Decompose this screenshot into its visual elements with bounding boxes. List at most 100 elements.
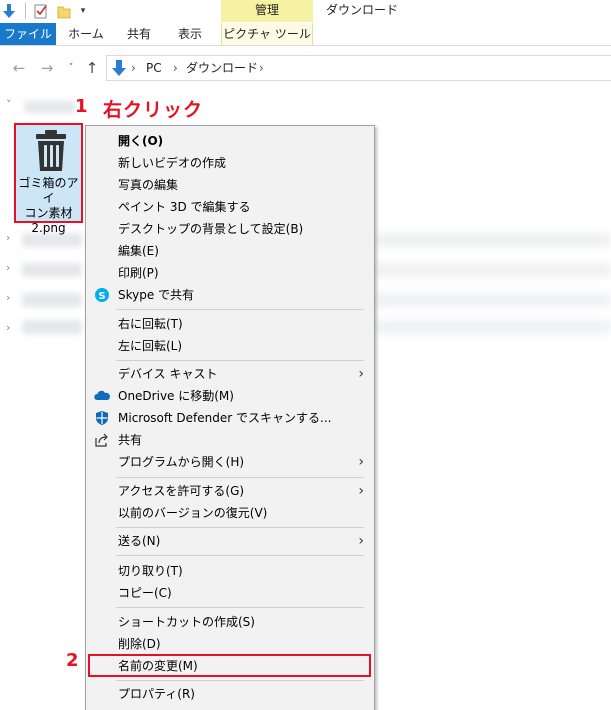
submenu-arrow-icon: ›: [358, 533, 364, 549]
menu-separator: [116, 607, 364, 608]
submenu-arrow-icon: ›: [358, 366, 364, 382]
group-expand-chevron-icon[interactable]: ›: [6, 291, 10, 304]
tab-share[interactable]: 共有: [116, 23, 162, 45]
skype-icon: S: [95, 288, 109, 302]
blurred-row: [376, 233, 611, 247]
group-expand-chevron-icon[interactable]: ›: [6, 231, 10, 244]
menu-item-cut[interactable]: 切り取り(T): [86, 560, 374, 582]
file-name-line: ゴミ箱のアイ: [18, 176, 79, 205]
menu-item-properties[interactable]: プロパティ(R): [86, 683, 374, 705]
recent-locations-chevron-icon[interactable]: ˅: [62, 59, 80, 77]
menu-item-move-to-onedrive[interactable]: OneDrive に移動(M): [86, 385, 374, 407]
menu-item-label: 左に回転(L): [118, 339, 183, 353]
menu-item-rotate-left[interactable]: 左に回転(L): [86, 335, 374, 357]
tab-home[interactable]: ホーム: [57, 23, 115, 45]
menu-item-defender-scan[interactable]: Microsoft Defender でスキャンする...: [86, 407, 374, 429]
properties-check-icon[interactable]: [33, 3, 49, 19]
menu-item-label: デスクトップの背景として設定(B): [118, 222, 304, 236]
menu-item-print[interactable]: 印刷(P): [86, 262, 374, 284]
selected-file-item[interactable]: ゴミ箱のアイ コン素材 2.png: [14, 123, 83, 235]
menu-item-copy[interactable]: コピー(C): [86, 582, 374, 604]
trash-can-icon: [36, 130, 66, 171]
navigation-bar: ← → ˅ ↑ › PC › ダウンロード ›: [0, 47, 611, 89]
menu-item-label: 削除(D): [118, 637, 161, 651]
forward-arrow-icon[interactable]: →: [38, 59, 56, 77]
menu-item-restore-previous-versions[interactable]: 以前のバージョンの復元(V): [86, 502, 374, 524]
menu-item-label: アクセスを許可する(G): [118, 484, 245, 498]
menu-item-label: ペイント 3D で編集する: [118, 200, 251, 214]
file-name-label: ゴミ箱のアイ コン素材 2.png: [16, 176, 81, 236]
onedrive-cloud-icon: [94, 390, 110, 400]
blurred-row: [22, 320, 82, 334]
back-arrow-icon[interactable]: ←: [10, 59, 28, 77]
file-name-line: 2.png: [31, 221, 66, 235]
menu-item-label: デバイス キャスト: [118, 367, 218, 381]
file-name-line: コン素材: [24, 206, 73, 220]
submenu-arrow-icon: ›: [358, 483, 364, 499]
menu-separator: [116, 680, 364, 681]
tab-file[interactable]: ファイル: [0, 23, 56, 45]
qat-separator: [25, 3, 26, 19]
up-arrow-icon[interactable]: ↑: [83, 59, 101, 77]
breadcrumb-chevron-icon[interactable]: ›: [173, 60, 178, 76]
menu-item-label: 編集(E): [118, 244, 159, 258]
menu-item-label: 以前のバージョンの復元(V): [118, 506, 268, 520]
menu-item-rotate-right[interactable]: 右に回転(T): [86, 313, 374, 335]
menu-item-send-to[interactable]: 送る(N) ›: [86, 530, 374, 552]
blurred-row: [376, 320, 611, 334]
breadcrumb-chevron-icon[interactable]: ›: [259, 60, 264, 76]
menu-item-skype-share[interactable]: S Skype で共有: [86, 284, 374, 306]
address-bar[interactable]: › PC › ダウンロード ›: [106, 55, 611, 81]
breadcrumb-downloads[interactable]: ダウンロード: [186, 60, 258, 76]
group-expand-chevron-icon[interactable]: ›: [6, 321, 10, 334]
breadcrumb-chevron-icon[interactable]: ›: [131, 60, 136, 76]
group-expand-chevron-icon[interactable]: ›: [6, 261, 10, 274]
menu-item-open[interactable]: 開く(O): [86, 130, 374, 152]
menu-item-create-video[interactable]: 新しいビデオの作成: [86, 152, 374, 174]
tab-picture-tools[interactable]: ピクチャ ツール: [221, 23, 313, 45]
menu-item-label: 共有: [118, 433, 143, 447]
share-icon: [95, 433, 108, 447]
blurred-row: [376, 263, 611, 277]
menu-item-label: 送る(N): [118, 534, 161, 548]
downloads-folder-icon: [112, 60, 126, 76]
menu-item-label: 切り取り(T): [118, 564, 183, 578]
ribbon-tabs: ファイル ホーム 共有 表示 ピクチャ ツール: [0, 23, 611, 46]
menu-item-delete[interactable]: 削除(D): [86, 633, 374, 655]
blurred-row: [22, 263, 82, 277]
qat-customize-icon[interactable]: ▾: [77, 6, 89, 22]
menu-item-edit-photo[interactable]: 写真の編集: [86, 174, 374, 196]
menu-item-edit[interactable]: 編集(E): [86, 240, 374, 262]
new-folder-icon[interactable]: [57, 3, 71, 19]
annotation-step-2: 2: [66, 650, 79, 671]
menu-item-edit-paint3d[interactable]: ペイント 3D で編集する: [86, 196, 374, 218]
menu-item-label: Microsoft Defender でスキャンする...: [118, 411, 332, 425]
menu-item-cast-to-device[interactable]: デバイス キャスト ›: [86, 363, 374, 385]
menu-item-label: 開く(O): [118, 134, 164, 148]
context-tab-header: 管理: [221, 0, 313, 22]
tab-view[interactable]: 表示: [164, 23, 216, 45]
menu-item-label: 新しいビデオの作成: [118, 156, 227, 170]
window-title: ダウンロード: [326, 3, 399, 17]
menu-item-share[interactable]: 共有: [86, 429, 374, 451]
submenu-arrow-icon: ›: [358, 454, 364, 470]
menu-item-label: プロパティ(R): [118, 687, 195, 701]
group-collapse-chevron-icon[interactable]: ˅: [6, 98, 12, 111]
menu-item-label: プログラムから開く(H): [118, 455, 245, 469]
menu-item-label: ショートカットの作成(S): [118, 615, 255, 629]
menu-item-give-access[interactable]: アクセスを許可する(G) ›: [86, 480, 374, 502]
blurred-row: [22, 293, 82, 307]
context-menu: 開く(O) 新しいビデオの作成 写真の編集 ペイント 3D で編集する デスクト…: [85, 125, 375, 710]
menu-item-set-background[interactable]: デスクトップの背景として設定(B): [86, 218, 374, 240]
download-arrow-icon[interactable]: [2, 3, 16, 19]
blurred-row: [376, 293, 611, 307]
menu-separator: [116, 527, 364, 528]
breadcrumb-pc[interactable]: PC: [146, 60, 162, 76]
blurred-group-header: [24, 101, 76, 113]
svg-text:S: S: [98, 291, 105, 302]
menu-item-label: 印刷(P): [118, 266, 159, 280]
menu-item-open-with[interactable]: プログラムから開く(H) ›: [86, 451, 374, 473]
menu-item-create-shortcut[interactable]: ショートカットの作成(S): [86, 611, 374, 633]
menu-separator: [116, 309, 364, 310]
menu-separator: [116, 360, 364, 361]
